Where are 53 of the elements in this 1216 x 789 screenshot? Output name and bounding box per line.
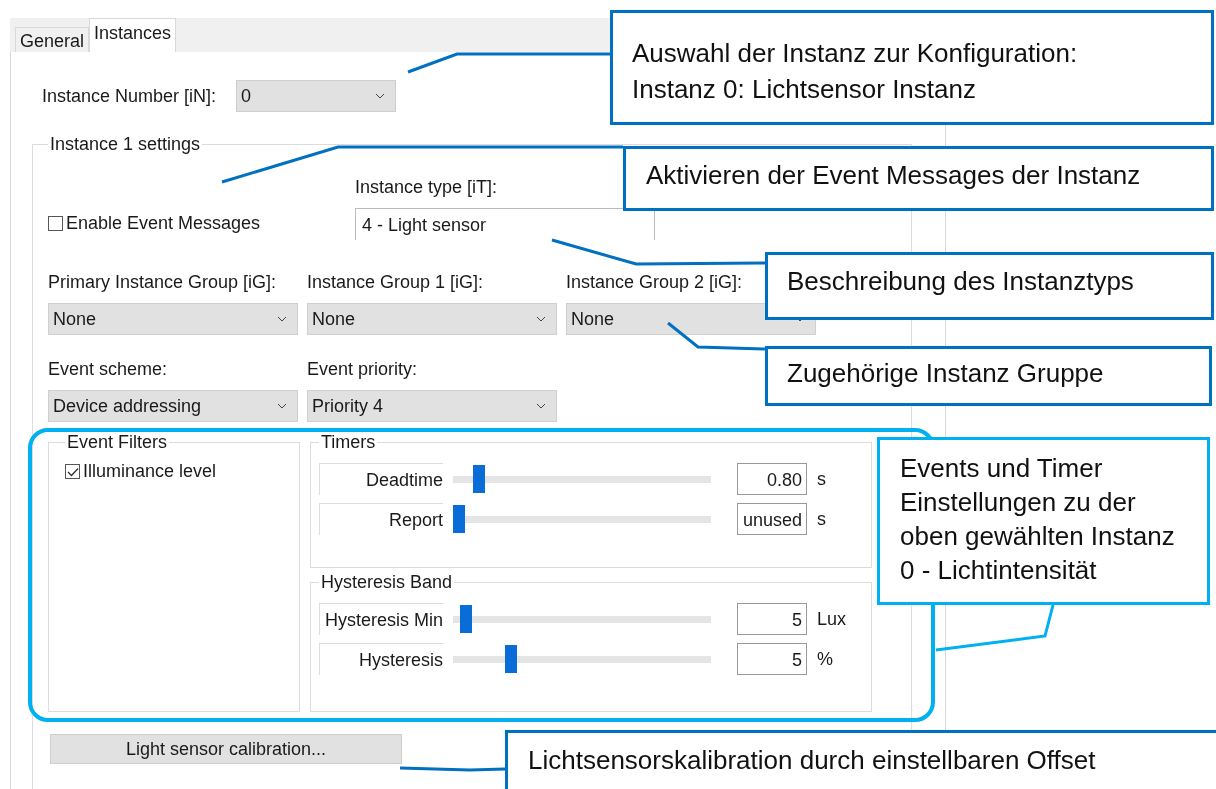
callout-text: 0 - Lichtintensität bbox=[900, 554, 1097, 587]
group-title: Event Filters bbox=[66, 432, 169, 453]
chevron-icon bbox=[536, 403, 546, 409]
dropdown[interactable]: Priority 4 bbox=[307, 390, 557, 422]
slider-thumb[interactable] bbox=[472, 465, 485, 493]
dropdown[interactable]: None bbox=[307, 303, 557, 335]
dropdown[interactable]: None bbox=[48, 303, 298, 335]
chevron-icon bbox=[277, 403, 287, 409]
value-field[interactable]: 0.80 bbox=[737, 463, 807, 495]
callout-text: Events und Timer bbox=[900, 452, 1103, 485]
unit-label: % bbox=[817, 648, 833, 670]
slider-thumb[interactable] bbox=[460, 605, 473, 633]
field-label: Event scheme: bbox=[48, 359, 169, 380]
slider-thumb[interactable] bbox=[504, 645, 517, 673]
group-title: Timers bbox=[320, 432, 377, 453]
group-title: Hysteresis Band bbox=[320, 572, 454, 593]
chevron-icon bbox=[277, 316, 287, 322]
field-label: Event priority: bbox=[307, 359, 419, 380]
value-field[interactable]: unused bbox=[737, 503, 807, 535]
checkbox[interactable] bbox=[65, 464, 80, 479]
unit-label: s bbox=[817, 468, 826, 490]
value-field[interactable]: 5 bbox=[737, 643, 807, 675]
callout-text: Einstellungen zu der bbox=[900, 486, 1136, 519]
slider-label: Hysteresis bbox=[319, 643, 443, 675]
callout-text: oben gewählten Instanz bbox=[900, 520, 1175, 553]
dropdown[interactable]: Device addressing bbox=[48, 390, 298, 422]
chevron-icon bbox=[375, 93, 385, 99]
slider-label: Deadtime bbox=[319, 463, 443, 495]
callout-text: Beschreibung des Instanztyps bbox=[787, 265, 1134, 298]
chevron-icon bbox=[536, 316, 546, 322]
value-field[interactable]: 5 bbox=[737, 603, 807, 635]
field-label: Instance Group 1 [iG]: bbox=[307, 272, 485, 293]
slider-label: Hysteresis Min bbox=[319, 603, 443, 635]
field-label: Instance Number [iN]: bbox=[42, 85, 218, 107]
field-label: Instance type [iT]: bbox=[355, 177, 499, 198]
callout-text: Lichtsensorskalibration durch einstellbaren Offset bbox=[528, 744, 1096, 777]
slider-thumb[interactable] bbox=[453, 505, 465, 533]
unit-label: s bbox=[817, 508, 826, 530]
callout-text: Zugehörige Instanz Gruppe bbox=[787, 357, 1104, 390]
tab[interactable]: Instances bbox=[89, 18, 177, 52]
calibration-button[interactable]: Light sensor calibration... bbox=[50, 734, 402, 764]
checkbox[interactable] bbox=[48, 216, 63, 231]
tab[interactable]: General bbox=[15, 27, 90, 52]
unit-label: Lux bbox=[817, 608, 847, 630]
dropdown[interactable]: 0 bbox=[236, 80, 396, 112]
callout-text: Aktivieren der Event Messages der Instanz bbox=[646, 159, 1141, 192]
checkbox-label: Enable Event Messages bbox=[66, 213, 261, 234]
group-title: Instance 1 settings bbox=[49, 134, 202, 155]
field-label: Primary Instance Group [iG]: bbox=[48, 272, 278, 293]
callout-text: Instanz 0: Lichtsensor Instanz bbox=[632, 73, 976, 106]
checkbox-label: Illuminance level bbox=[83, 461, 217, 482]
slider-label: Report bbox=[319, 503, 443, 535]
callout-text: Auswahl der Instanz zur Konfiguration: bbox=[632, 37, 1078, 70]
